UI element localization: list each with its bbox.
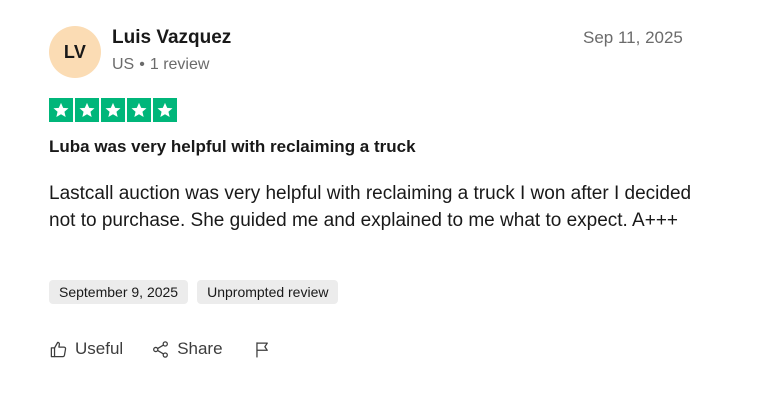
star-icon bbox=[153, 98, 177, 122]
review-title[interactable]: Luba was very helpful with reclaiming a … bbox=[49, 137, 416, 157]
avatar-initials: LV bbox=[63, 41, 87, 62]
reviewer-country: US bbox=[112, 56, 135, 73]
experience-date-tag: September 9, 2025 bbox=[49, 280, 189, 304]
star-icon bbox=[75, 98, 99, 122]
flag-button[interactable] bbox=[253, 340, 272, 359]
review-tags: September 9, 2025 Unprompted review bbox=[49, 280, 339, 304]
star-icon bbox=[49, 98, 73, 122]
share-label: Share bbox=[177, 339, 223, 358]
flag-icon bbox=[255, 341, 268, 357]
avatar[interactable]: LV bbox=[49, 26, 101, 78]
reviewer-meta: US • 1 review bbox=[112, 56, 209, 74]
share-icon bbox=[153, 340, 169, 358]
meta-separator: • bbox=[139, 56, 145, 73]
thumbs-up-icon bbox=[50, 341, 67, 357]
useful-button[interactable]: Useful bbox=[49, 339, 123, 359]
useful-label: Useful bbox=[75, 339, 124, 358]
share-button[interactable]: Share bbox=[151, 339, 223, 359]
star-icon bbox=[127, 98, 151, 122]
reviewer-review-count: 1 review bbox=[149, 56, 210, 73]
unprompted-review-badge[interactable]: Unprompted review bbox=[197, 280, 339, 304]
reviewer-name[interactable]: Luis Vazquez bbox=[112, 27, 231, 49]
star-rating bbox=[49, 98, 177, 122]
review-card: LV Luis Vazquez US • 1 review Sep 11, 20… bbox=[0, 0, 768, 410]
review-date: Sep 11, 2025 bbox=[583, 28, 683, 47]
review-body: Lastcall auction was very helpful with r… bbox=[49, 183, 692, 231]
review-actions: Useful Share bbox=[49, 339, 272, 359]
star-icon bbox=[101, 98, 125, 122]
